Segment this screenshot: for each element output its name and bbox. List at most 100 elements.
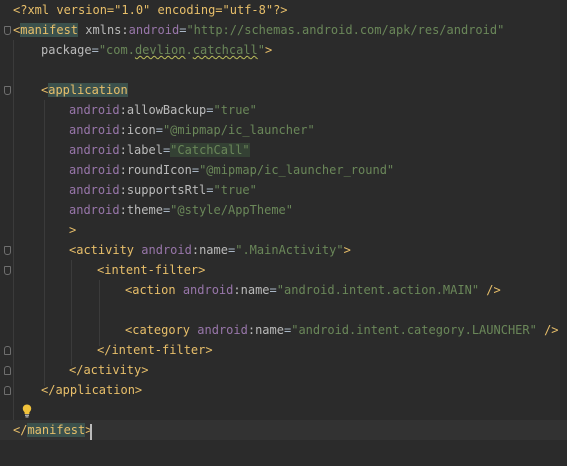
code-line-text: </activity>	[69, 360, 148, 380]
code-token: =	[269, 283, 277, 297]
code-line[interactable]	[0, 60, 567, 80]
code-line[interactable]: android:roundIcon="@mipmap/ic_launcher_r…	[0, 160, 567, 180]
code-token: >	[69, 223, 77, 237]
code-token: android	[69, 143, 120, 157]
code-token: "@mipmap/ic_launcher"	[162, 123, 315, 137]
code-token: android	[69, 123, 120, 137]
code-token: :	[233, 283, 241, 297]
code-line[interactable]: </manifest>	[0, 420, 567, 440]
code-line[interactable]: <action android:name="android.intent.act…	[0, 280, 567, 300]
code-line[interactable]: >	[0, 220, 567, 240]
code-token: <category	[125, 323, 191, 337]
code-token: "	[257, 43, 266, 57]
code-token: =	[191, 163, 200, 177]
code-line-text: package="com.devlion.catchcall">	[41, 40, 272, 60]
code-token: "com.	[98, 43, 135, 57]
code-token: application	[48, 83, 128, 97]
code-token: :	[119, 143, 127, 157]
code-token: theme	[126, 203, 163, 217]
code-token: >	[265, 43, 273, 57]
code-line-text: <intent-filter>	[97, 260, 205, 280]
code-line[interactable]: </activity>	[0, 360, 567, 380]
code-token: </intent-filter>	[97, 343, 213, 357]
code-token: devlion	[134, 43, 186, 57]
code-line-text: <category android:name="android.intent.c…	[125, 320, 559, 340]
code-token: <?xml version="1.0" encoding="utf-8"?>	[13, 3, 288, 17]
code-token: <action	[125, 283, 176, 297]
text-cursor	[90, 424, 92, 440]
code-line[interactable]: android:icon="@mipmap/ic_launcher"	[0, 120, 567, 140]
code-line[interactable]: <category android:name="android.intent.c…	[0, 320, 567, 340]
code-token: android	[69, 183, 120, 197]
code-token: />	[536, 323, 559, 337]
code-token: "@style/AppTheme"	[170, 203, 293, 217]
code-token: android	[197, 323, 248, 337]
code-token: name	[240, 283, 270, 297]
code-token: .	[185, 43, 193, 57]
code-line-text: </intent-filter>	[97, 340, 213, 360]
code-token: <intent-filter>	[97, 263, 206, 277]
code-line[interactable]: <?xml version="1.0" encoding="utf-8"?>	[0, 0, 567, 20]
code-line-text: android:allowBackup="true"	[69, 100, 257, 120]
code-token: </application>	[41, 383, 143, 397]
code-line[interactable]: <application	[0, 80, 567, 100]
code-line[interactable]: <intent-filter>	[0, 260, 567, 280]
code-line[interactable]: <manifest xmlns:android="http://schemas.…	[0, 20, 567, 40]
code-line[interactable]: </intent-filter>	[0, 340, 567, 360]
code-line-text: <activity android:name=".MainActivity">	[69, 240, 351, 260]
code-line[interactable]: android:label="CatchCall"	[0, 140, 567, 160]
code-token: "@mipmap/ic_launcher_round"	[199, 163, 395, 177]
code-token: >	[343, 243, 351, 257]
code-line-text: <action android:name="android.intent.act…	[125, 280, 501, 300]
code-token: =	[206, 183, 214, 197]
code-token: roundIcon	[126, 163, 192, 177]
code-line[interactable]: android:allowBackup="true"	[0, 100, 567, 120]
code-line-text: android:icon="@mipmap/ic_launcher"	[69, 120, 315, 140]
code-editor[interactable]: <?xml version="1.0" encoding="utf-8"?> <m…	[0, 0, 567, 466]
code-line-text: </manifest>	[13, 420, 92, 440]
lightbulb-icon[interactable]	[22, 404, 32, 418]
code-line[interactable]: android:theme="@style/AppTheme"	[0, 200, 567, 220]
code-token: =	[206, 103, 214, 117]
code-token: =	[155, 123, 163, 137]
code-token: =	[91, 43, 99, 57]
code-token: allowBackup	[126, 103, 207, 117]
code-token: :	[191, 243, 200, 257]
code-line[interactable]	[0, 300, 567, 320]
code-line-text: >	[69, 220, 76, 240]
code-line-text: <manifest xmlns:android="http://schemas.…	[13, 20, 504, 40]
code-token: :	[119, 203, 127, 217]
code-token: :	[247, 323, 256, 337]
code-token: <activity	[69, 243, 135, 257]
code-line-text: </application>	[41, 380, 142, 400]
code-token: :	[119, 183, 127, 197]
code-token: :	[119, 163, 127, 177]
code-token: "true"	[213, 103, 257, 117]
code-token: "android.intent.category.LAUNCHER"	[291, 323, 537, 337]
code-token: package	[41, 43, 92, 57]
code-line-text: android:label="CatchCall"	[69, 140, 250, 160]
code-token: ".MainActivity"	[235, 243, 344, 257]
code-token: xmlns	[85, 23, 122, 37]
code-token: :	[121, 23, 129, 37]
code-token: "http://schemas.android.com/apk/res/andr…	[186, 23, 505, 37]
code-line[interactable]: </application>	[0, 380, 567, 400]
code-token: name	[199, 243, 228, 257]
code-token: android	[69, 103, 120, 117]
code-line-text: <application	[41, 80, 128, 100]
code-line[interactable]: package="com.devlion.catchcall">	[0, 40, 567, 60]
code-line-text: android:supportsRtl="true"	[69, 180, 257, 200]
code-token: </activity>	[69, 363, 149, 377]
code-token: </	[13, 423, 28, 437]
code-line[interactable]: <activity android:name=".MainActivity">	[0, 240, 567, 260]
code-token: />	[479, 283, 501, 297]
code-token: android	[141, 243, 192, 257]
code-token: "true"	[213, 183, 257, 197]
code-line[interactable]: android:supportsRtl="true"	[0, 180, 567, 200]
code-token: :	[119, 123, 127, 137]
code-line[interactable]	[0, 400, 567, 420]
code-token: catchcall	[192, 43, 258, 57]
code-token: name	[255, 323, 284, 337]
code-token: android	[182, 283, 234, 297]
